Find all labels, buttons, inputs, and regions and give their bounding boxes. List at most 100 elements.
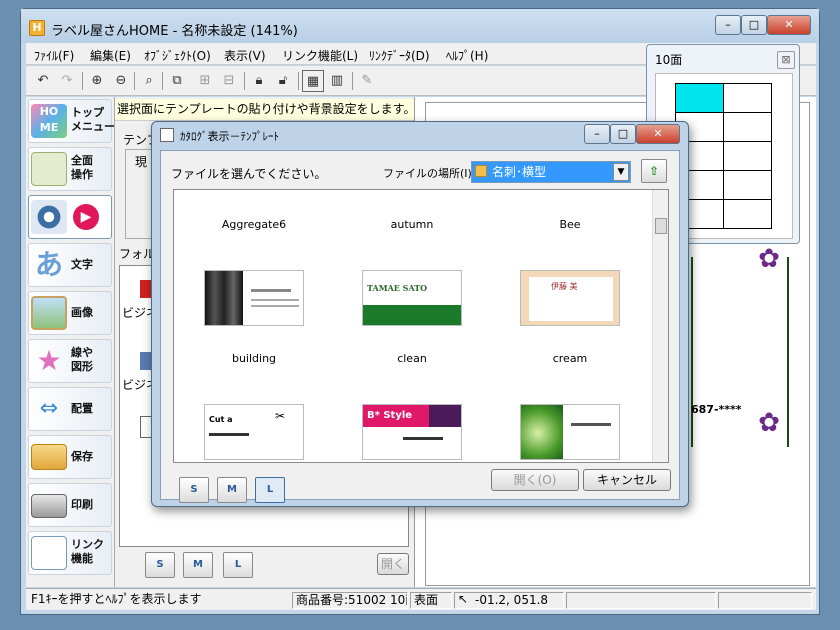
sidebar-item-save[interactable]: 保存 bbox=[28, 435, 112, 479]
status-size bbox=[566, 592, 716, 609]
size-large-button[interactable]: L bbox=[223, 552, 253, 578]
zoom-in-icon[interactable]: ⊕ bbox=[86, 70, 108, 92]
current-label: 現 bbox=[135, 155, 148, 169]
status-help: F1ｷｰを押すとﾍﾙﾌﾟを表示します bbox=[31, 592, 202, 606]
template-thumbnail[interactable]: 伊藤 美 bbox=[520, 270, 620, 326]
sidebar-item-text[interactable]: あ 文字 bbox=[28, 243, 112, 287]
template-thumbnail[interactable]: TAMAE SATO bbox=[362, 270, 462, 326]
full-operation-icon bbox=[31, 152, 67, 186]
chevron-down-icon[interactable]: ▼ bbox=[613, 163, 629, 181]
menu-edit[interactable]: 編集(E) bbox=[90, 47, 131, 64]
minimize-button[interactable]: – bbox=[715, 15, 741, 35]
menu-link[interactable]: リンク機能(L) bbox=[282, 47, 358, 64]
template-thumbnail[interactable]: B* Style bbox=[362, 404, 462, 460]
redo-icon[interactable]: ↷ bbox=[56, 70, 78, 92]
open-button[interactable]: 開く bbox=[377, 553, 409, 575]
folder-up-icon[interactable]: ⇧ bbox=[641, 159, 667, 183]
template-name[interactable]: building bbox=[184, 352, 324, 365]
dialog-size-large-button[interactable]: L bbox=[255, 477, 285, 503]
folder-icon bbox=[475, 165, 487, 177]
sidebar-label: 線や 図形 bbox=[71, 346, 93, 373]
size-small-button[interactable]: S bbox=[145, 552, 175, 578]
sidebar-label: 文字 bbox=[71, 258, 93, 271]
app-icon: H bbox=[29, 20, 45, 36]
cd-icon bbox=[31, 200, 67, 234]
layout-arrows-icon: ⇔ bbox=[39, 396, 59, 421]
sidebar-label: リンク 機能 bbox=[71, 538, 104, 565]
sidebar-item-top-menu[interactable]: HO ME トップ メニュー bbox=[28, 99, 115, 143]
sidebar-item-cd[interactable]: ▶ bbox=[28, 195, 112, 239]
align-icon[interactable]: ⊞ bbox=[194, 70, 216, 92]
scrollbar-thumb[interactable] bbox=[655, 218, 667, 234]
folder-label: フォル bbox=[119, 247, 156, 261]
close-button[interactable]: ✕ bbox=[767, 15, 811, 35]
dialog-size-small-button[interactable]: S bbox=[179, 477, 209, 503]
sidebar-label: トップ メニュー bbox=[71, 106, 115, 133]
text-a-icon: あ bbox=[34, 248, 63, 281]
sidebar-label: 印刷 bbox=[71, 498, 93, 511]
dialog-body: ファイルを選んでください。 ファイルの場所(I): 名刺･横型 ▼ ⇧ Aggr… bbox=[160, 150, 680, 503]
menu-object[interactable]: ｵﾌﾞｼﾞｪｸﾄ(O) bbox=[144, 47, 211, 64]
status-side: 表面 bbox=[410, 592, 452, 609]
printer-icon bbox=[31, 494, 67, 518]
lock-icon[interactable]: 🔒︎ bbox=[248, 70, 270, 92]
image-icon bbox=[31, 296, 67, 330]
template-thumbnail[interactable] bbox=[520, 404, 620, 460]
layout-cell[interactable] bbox=[723, 170, 772, 200]
menu-view[interactable]: 表示(V) bbox=[224, 47, 266, 64]
layout-cell[interactable] bbox=[723, 141, 772, 171]
sidebar-item-print[interactable]: 印刷 bbox=[28, 483, 112, 527]
wand-icon[interactable]: ✎ bbox=[356, 70, 378, 92]
zoom-fit-icon[interactable]: ⌕ bbox=[138, 70, 160, 92]
dialog-size-medium-button[interactable]: M bbox=[217, 477, 247, 503]
dialog-maximize-button[interactable]: □ bbox=[610, 124, 636, 144]
layout-cell[interactable] bbox=[675, 83, 724, 113]
group-icon[interactable]: ⧉ bbox=[166, 70, 188, 92]
ungroup-icon[interactable]: ⊟ bbox=[218, 70, 240, 92]
unlock-icon[interactable]: 🔓︎ bbox=[272, 70, 294, 92]
undo-icon[interactable]: ↶ bbox=[32, 70, 54, 92]
menu-help[interactable]: ﾍﾙﾌﾟ(H) bbox=[446, 47, 488, 64]
status-extra bbox=[718, 592, 812, 609]
sidebar-label: 画像 bbox=[71, 306, 93, 319]
size-medium-button[interactable]: M bbox=[183, 552, 213, 578]
title-bar[interactable]: H ラベル屋さんHOME - 名称未設定 (141%) – □ ✕ bbox=[21, 9, 819, 43]
grid-view-icon[interactable]: ▦ bbox=[302, 70, 324, 92]
sidebar-label: 保存 bbox=[71, 450, 93, 463]
template-name[interactable]: autumn bbox=[342, 218, 482, 231]
dialog-cancel-button[interactable]: キャンセル bbox=[583, 469, 671, 491]
template-thumbnail[interactable]: Cut a ✂ bbox=[204, 404, 304, 460]
sidebar-item-image[interactable]: 画像 bbox=[28, 291, 112, 335]
dialog-open-button[interactable]: 開く(O) bbox=[491, 469, 579, 491]
template-name[interactable]: cream bbox=[500, 352, 640, 365]
zoom-out-icon[interactable]: ⊖ bbox=[110, 70, 132, 92]
template-name[interactable]: clean bbox=[342, 352, 482, 365]
dialog-prompt: ファイルを選んでください。 bbox=[171, 167, 327, 181]
layout-preview-close-button[interactable]: ⊠ bbox=[777, 51, 795, 69]
layout-cell[interactable] bbox=[723, 112, 772, 142]
maximize-button[interactable]: □ bbox=[741, 15, 767, 35]
link-icon bbox=[31, 536, 67, 570]
sidebar-item-full-operation[interactable]: 全面 操作 bbox=[28, 147, 112, 191]
menu-file[interactable]: ﾌｧｲﾙ(F) bbox=[34, 47, 74, 64]
flower-icon: ✿ bbox=[758, 408, 780, 438]
layout-cell[interactable] bbox=[723, 83, 772, 113]
home-icon: HO ME bbox=[31, 104, 67, 138]
template-thumbnail[interactable] bbox=[204, 270, 304, 326]
template-name[interactable]: Aggregate6 bbox=[184, 218, 324, 231]
location-label: ファイルの場所(I): bbox=[383, 167, 476, 180]
sidebar: HO ME トップ メニュー 全面 操作 ▶ あ 文字 画像 ★ 線や 図形 ⇔ … bbox=[26, 97, 115, 587]
sidebar-item-layout[interactable]: ⇔ 配置 bbox=[28, 387, 112, 431]
sidebar-item-link[interactable]: リンク 機能 bbox=[28, 531, 112, 575]
scrollbar[interactable] bbox=[652, 190, 668, 462]
menu-link-data[interactable]: ﾘﾝｸﾃﾞｰﾀ(D) bbox=[369, 47, 430, 64]
catalog-dialog[interactable]: ｶﾀﾛｸﾞ表示－ﾃﾝﾌﾟﾚｰﾄ – □ ✕ ファイルを選んでください。 ファイル… bbox=[151, 121, 689, 507]
sidebar-item-shapes[interactable]: ★ 線や 図形 bbox=[28, 339, 112, 383]
phone-text: 687-**** bbox=[691, 403, 742, 416]
template-name[interactable]: Bee bbox=[500, 218, 640, 231]
dialog-minimize-button[interactable]: – bbox=[584, 124, 610, 144]
location-select[interactable]: 名刺･横型 bbox=[471, 161, 631, 183]
dialog-close-button[interactable]: ✕ bbox=[636, 124, 680, 144]
layout-cell[interactable] bbox=[723, 199, 772, 229]
layout-view-icon[interactable]: ▥ bbox=[326, 70, 348, 92]
